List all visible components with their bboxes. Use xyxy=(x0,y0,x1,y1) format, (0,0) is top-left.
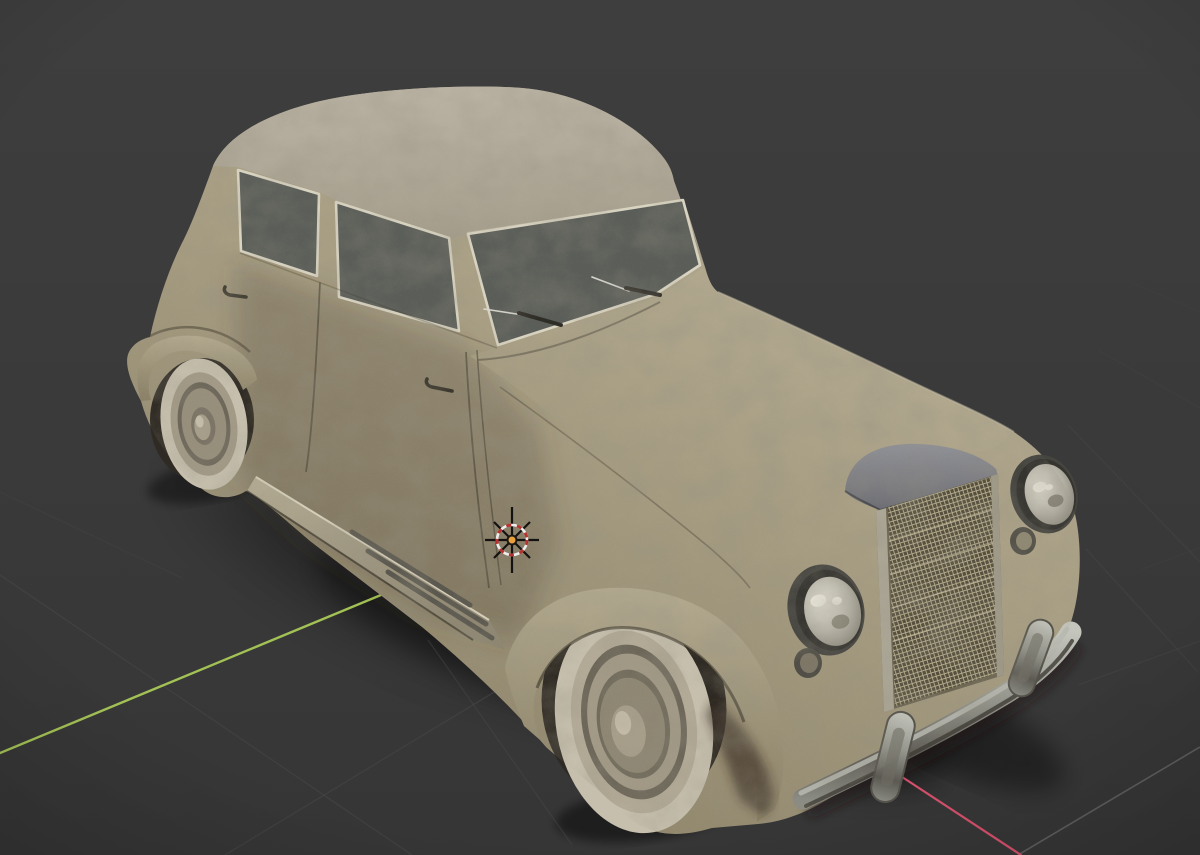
vignette xyxy=(0,0,1200,855)
viewport-canvas[interactable] xyxy=(0,0,1200,855)
3d-viewport[interactable] xyxy=(0,0,1200,855)
